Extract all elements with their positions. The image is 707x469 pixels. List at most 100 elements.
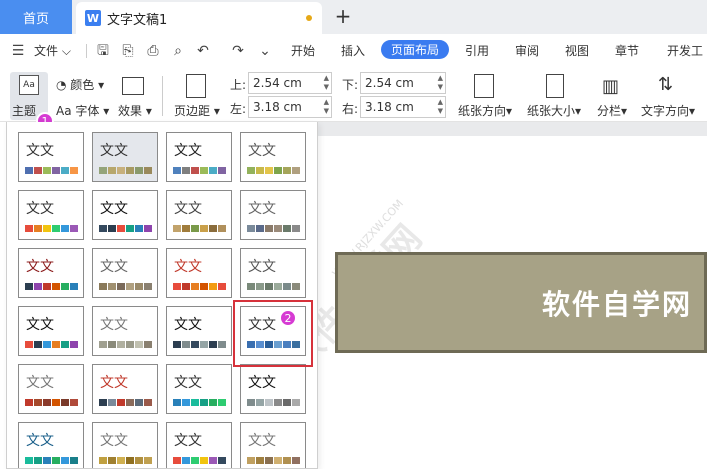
margin-icon	[186, 74, 206, 98]
color-swatch	[43, 225, 51, 232]
color-swatch	[200, 167, 208, 174]
color-swatch	[117, 283, 125, 290]
hamburger-menu-icon[interactable]: ☰	[10, 43, 26, 59]
menu-bar: ☰ 文件 ⌵ 🖫 ⎘ ⎙ ⌕ ↶ ↷ ⌄ 开始 插入 页面布局 引用 审阅 视图…	[0, 34, 707, 68]
theme-tile[interactable]: 文文	[18, 364, 84, 414]
theme-tile[interactable]: 文文	[92, 306, 158, 356]
theme-tile[interactable]: 文文	[166, 364, 232, 414]
menu-item-section[interactable]: 章节	[615, 42, 639, 59]
theme-tile[interactable]: 文文	[18, 190, 84, 240]
color-swatch	[126, 457, 134, 464]
top-margin-input[interactable]: 2.54 cm ▲ ▼	[248, 72, 332, 94]
color-swatch	[34, 283, 42, 290]
color-swatch	[292, 167, 300, 174]
menu-item-developer[interactable]: 开发工	[667, 42, 703, 59]
theme-color-swatches	[25, 283, 79, 290]
color-swatch	[209, 457, 217, 464]
writer-doc-icon: W	[85, 10, 101, 26]
tab-home[interactable]: 首页	[0, 0, 72, 34]
left-margin-input[interactable]: 3.18 cm ▲ ▼	[248, 96, 332, 118]
menu-item-review[interactable]: 审阅	[515, 42, 539, 59]
color-swatch	[274, 167, 282, 174]
theme-tile[interactable]: 文文	[18, 248, 84, 298]
new-tab-button[interactable]: +	[332, 4, 354, 28]
text-direction-button[interactable]: 文字方向▾	[641, 102, 695, 119]
color-swatch	[218, 457, 226, 464]
menu-item-insert[interactable]: 插入	[341, 42, 365, 59]
menu-item-view[interactable]: 视图	[565, 42, 589, 59]
color-swatch	[25, 457, 33, 464]
theme-tile[interactable]: 文文	[18, 422, 84, 468]
theme-tile[interactable]: 文文	[240, 248, 306, 298]
theme-sample-text: 文文	[174, 143, 202, 159]
file-menu[interactable]: 文件 ⌵	[34, 42, 71, 59]
bottom-margin-input[interactable]: 2.54 cm ▲ ▼	[360, 72, 446, 94]
theme-tile[interactable]: 文文	[92, 364, 158, 414]
menu-item-references[interactable]: 引用	[465, 42, 489, 59]
theme-sample-text: 文文	[174, 201, 202, 217]
color-swatch	[182, 225, 190, 232]
margin-button[interactable]: 页边距 ▾	[174, 102, 220, 119]
page-size-button[interactable]: 纸张大小▾	[527, 102, 581, 119]
theme-tile[interactable]: 文文	[166, 422, 232, 468]
color-swatch	[292, 457, 300, 464]
theme-tile[interactable]: 文文	[240, 364, 306, 414]
theme-sample-text: 文文	[26, 201, 54, 217]
theme-sample-text: 文文	[100, 433, 128, 449]
color-swatch	[99, 341, 107, 348]
color-swatch	[191, 457, 199, 464]
color-swatch	[256, 283, 264, 290]
orientation-button[interactable]: 纸张方向▾	[458, 102, 512, 119]
theme-tile[interactable]: 文文	[240, 422, 306, 468]
export-icon[interactable]: ⎘	[120, 43, 136, 59]
color-swatch	[34, 167, 42, 174]
tab-document[interactable]: W 文字文稿1	[76, 2, 322, 34]
theme-color-swatches	[25, 399, 79, 406]
theme-tile[interactable]: 文文	[166, 248, 232, 298]
color-swatch	[274, 283, 282, 290]
right-margin-input[interactable]: 3.18 cm ▲ ▼	[360, 96, 446, 118]
theme-tile[interactable]: 文文	[166, 132, 232, 182]
color-swatch	[209, 283, 217, 290]
title-textbox[interactable]: 软件自学网	[335, 252, 707, 353]
menu-item-start[interactable]: 开始	[291, 42, 315, 59]
theme-tile[interactable]: 文文	[92, 132, 158, 182]
color-swatch	[70, 283, 78, 290]
color-swatch	[52, 225, 60, 232]
ribbon: Aa 主题 1 ◔ 颜色 ▾ Aa 字体 ▾ 效果 ▾ 页边距 ▾ 上: 2.5…	[0, 68, 707, 130]
print-icon[interactable]: ⎙	[145, 43, 161, 59]
color-button[interactable]: ◔ 颜色 ▾	[56, 76, 104, 93]
theme-color-swatches	[173, 399, 227, 406]
theme-tile[interactable]: 文文	[92, 190, 158, 240]
quick-access-dropdown-icon[interactable]: ⌄	[257, 43, 273, 59]
theme-tile[interactable]: 文文	[166, 190, 232, 240]
color-swatch	[247, 167, 255, 174]
theme-tile[interactable]: 文文	[18, 306, 84, 356]
document-tab-title: 文字文稿1	[107, 12, 168, 28]
theme-sample-text: 文文	[26, 317, 54, 333]
theme-tile[interactable]: 文文	[92, 248, 158, 298]
print-preview-icon[interactable]: ⌕	[170, 43, 186, 59]
color-swatch	[126, 399, 134, 406]
theme-sample-text: 文文	[174, 375, 202, 391]
effect-button[interactable]: 效果 ▾	[118, 102, 152, 119]
color-swatch	[99, 225, 107, 232]
color-swatch	[283, 225, 291, 232]
font-button[interactable]: Aa 字体 ▾	[56, 102, 109, 119]
theme-tile[interactable]: 文文	[240, 132, 306, 182]
theme-tile[interactable]: 文文	[240, 190, 306, 240]
color-swatch	[70, 167, 78, 174]
undo-icon[interactable]: ↶	[195, 43, 211, 59]
theme-tile[interactable]: 文文	[92, 422, 158, 468]
color-swatch	[173, 399, 181, 406]
menu-item-page-layout[interactable]: 页面布局	[381, 40, 450, 59]
color-swatch	[182, 457, 190, 464]
theme-tile[interactable]: 文文	[18, 132, 84, 182]
color-swatch	[126, 341, 134, 348]
theme-tile[interactable]: 文文	[166, 306, 232, 356]
color-swatch	[283, 457, 291, 464]
color-swatch	[126, 225, 134, 232]
columns-button[interactable]: 分栏▾	[597, 102, 627, 119]
save-icon[interactable]: 🖫	[95, 43, 111, 59]
redo-icon[interactable]: ↷	[230, 43, 246, 59]
